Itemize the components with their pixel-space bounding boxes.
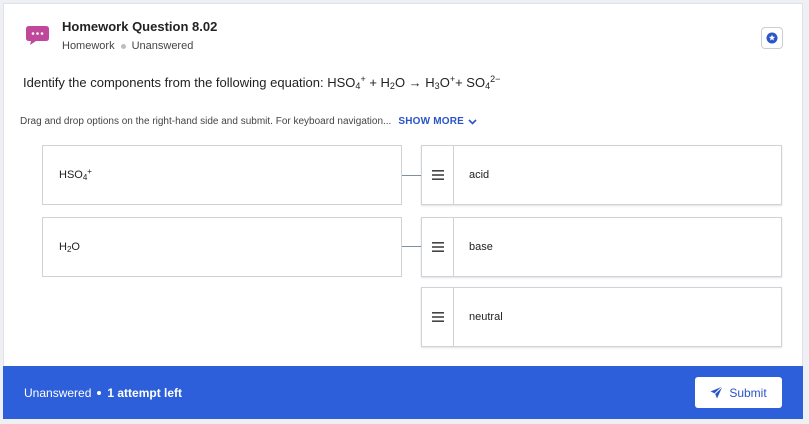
footer-status: Unanswered 1 attempt left (24, 386, 182, 400)
connector-line (402, 175, 422, 176)
separator-dot (97, 390, 102, 395)
drag-handle-icon (431, 242, 444, 252)
instructions-text: Drag and drop options on the right-hand … (20, 116, 392, 127)
prompt-label: HSO4+ (59, 167, 92, 182)
question-title: Homework Question 8.02 (62, 19, 218, 34)
drag-handle[interactable] (422, 288, 454, 346)
instructions: Drag and drop options on the right-hand … (20, 116, 477, 127)
drag-handle-icon (431, 170, 444, 180)
prompt-box-hso4: HSO4+ (42, 145, 402, 205)
option-base[interactable]: base (421, 217, 782, 277)
submit-button[interactable]: Submit (695, 377, 782, 408)
question-card: Homework Question 8.02 Homework Unanswer… (3, 3, 803, 419)
option-label: base (469, 241, 493, 253)
chat-bubble-icon (26, 26, 49, 45)
option-neutral[interactable]: neutral (421, 287, 782, 347)
prompt-box-h2o: H2O (42, 217, 402, 277)
question-text: Identify the components from the followi… (23, 74, 501, 91)
option-label: neutral (469, 311, 503, 323)
show-more-link[interactable]: SHOW MORE (398, 116, 477, 127)
separator-dot (120, 43, 126, 49)
drag-handle[interactable] (422, 146, 454, 204)
chevron-down-icon (468, 118, 477, 125)
send-icon (710, 386, 724, 399)
connector-line (402, 246, 422, 247)
bookmark-button[interactable] (761, 27, 783, 49)
attempts-left: 1 attempt left (107, 385, 183, 400)
footer-bar: Unanswered 1 attempt left Submit (3, 366, 803, 419)
drag-handle-icon (431, 312, 444, 322)
option-label: acid (469, 169, 490, 181)
question-category: Homework (62, 40, 115, 52)
option-acid[interactable]: acid (421, 145, 782, 205)
question-status: Unanswered (131, 40, 194, 52)
star-icon (766, 32, 778, 44)
drag-handle[interactable] (422, 218, 454, 276)
prompt-label: H2O (59, 241, 80, 254)
footer-status-text: Unanswered (24, 385, 92, 400)
question-meta: Homework Unanswered (62, 40, 193, 52)
